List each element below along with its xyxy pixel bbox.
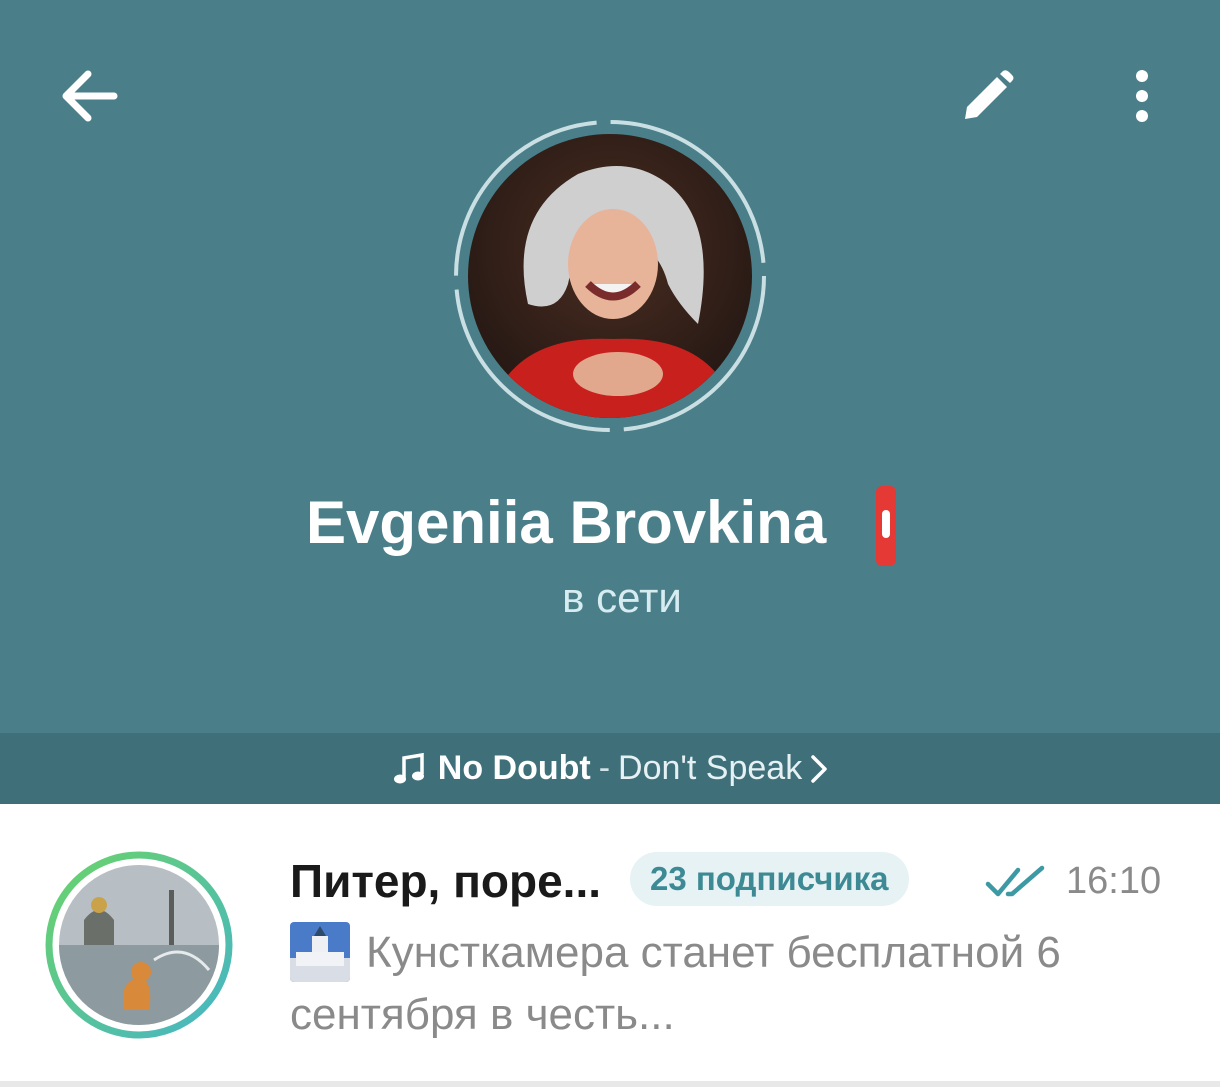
chevron-right-icon <box>810 754 828 784</box>
red-emoji-badge-icon <box>876 486 896 566</box>
arrow-left-icon <box>62 70 118 122</box>
music-separator: - <box>598 749 611 787</box>
message-preview: Кунсткамера станет бесплатной 6 сентября… <box>290 928 1061 1039</box>
music-artist: No Doubt <box>437 749 591 787</box>
online-status: в сети <box>562 574 682 621</box>
back-button[interactable] <box>52 62 124 130</box>
edit-button[interactable] <box>950 62 1024 132</box>
music-song: Don't Speak <box>618 749 803 787</box>
avatar-photo <box>468 134 752 418</box>
more-vertical-icon <box>1136 70 1148 122</box>
profile-music-bar[interactable]: No Doubt - Don't Speak <box>0 733 1220 804</box>
personal-channel-row[interactable]: Питер, поре... 23 подписчика 16:10 Кунст… <box>0 804 1220 1087</box>
profile-header: Evgeniia Brovkina в сети <box>0 0 1220 733</box>
more-options-button[interactable] <box>1108 60 1176 132</box>
pencil-icon <box>965 70 1014 119</box>
divider <box>0 1081 1220 1087</box>
music-note-icon <box>393 752 424 783</box>
message-time: 16:10 <box>1066 860 1162 902</box>
channel-title: Питер, поре... <box>290 855 602 907</box>
name-row: Evgeniia Brovkina <box>0 480 1220 570</box>
subscribers-badge: 23 подписчика <box>630 852 909 906</box>
channel-avatar[interactable] <box>44 850 234 1040</box>
profile-avatar[interactable] <box>450 116 770 436</box>
profile-name: Evgeniia Brovkina <box>306 489 827 556</box>
double-check-icon <box>985 865 1045 897</box>
